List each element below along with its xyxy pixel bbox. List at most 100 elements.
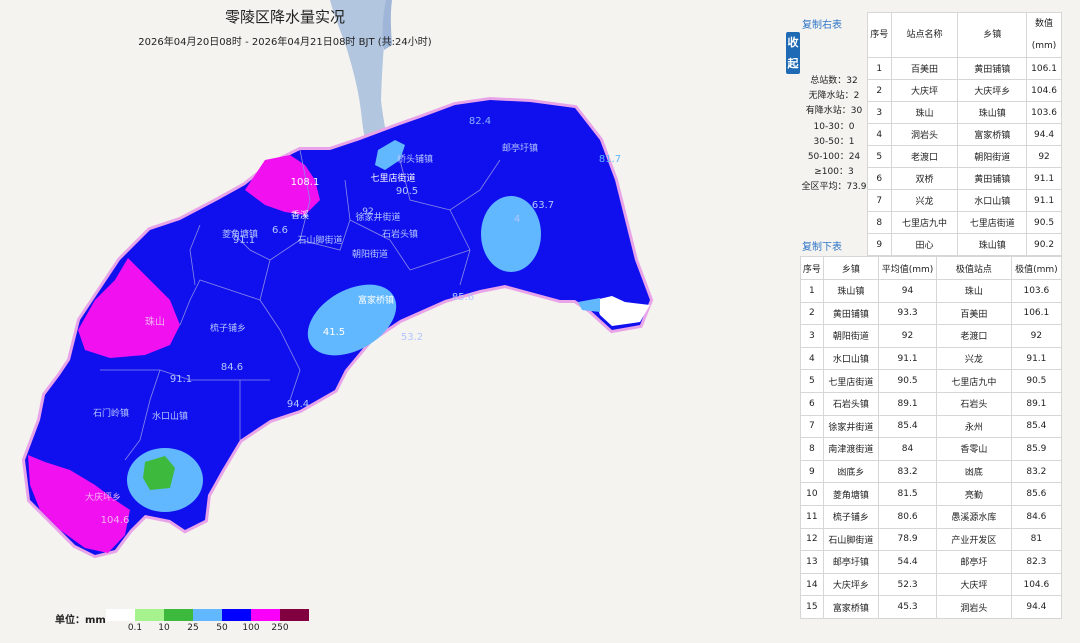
map-label: 富家桥镇 [358,294,394,306]
cell-no: 3 [867,101,892,124]
cell-town: 珠山镇 [957,233,1028,256]
cell-no: 1 [867,57,892,80]
cell-station: 亮勤 [935,482,1012,506]
cell-no: 5 [867,145,892,168]
table-row: 4 洞岩头 富家桥镇 94.4 [867,123,1062,146]
map-label: 桥头铺镇 [397,153,433,165]
cell-town: 石山脚街道 [822,527,880,552]
map-label: 4 [514,214,520,225]
map-label: 石山脚街道 [297,234,342,246]
cell-station: 兴龙 [935,346,1012,371]
cell-town: 珠山镇 [822,279,880,303]
town-table: 序号 乡镇 平均值(mm) 极值站点 极值(mm) 1 珠山镇 94 珠山 103.6 2… [800,256,1063,619]
table-row: 13 邮亭圩镇 54.4 邮亭圩 82.3 [800,550,1063,574]
cell-no: 8 [867,211,892,234]
cell-station: 大庆坪 [890,79,959,102]
cell-value: 103.6 [1026,101,1062,124]
cell-station: 洞岩头 [935,595,1012,619]
col-station: 站点名称 [890,12,959,58]
col-station: 极值站点 [935,256,1012,280]
cell-town: 石岩头镇 [822,391,880,416]
stat-average: 全区平均：73.9 [801,182,867,193]
stat-50-100: 50-100：24 [807,152,861,163]
cell-town: 水口山镇 [957,189,1028,212]
cell-value: 104.6 [1026,79,1062,102]
map-label: 6.6 [272,225,288,236]
cell-town: 黄田铺镇 [822,301,880,326]
cell-value: 106.1 [1026,57,1062,80]
collapse-button-line1: 收 [787,36,799,49]
map-label: 104.6 [101,515,130,526]
map-label: 63.7 [532,200,554,211]
table-row: 10 菱角塘镇 81.5 亮勤 85.6 [800,482,1063,506]
map-label: 七里店街道 [370,172,415,184]
map-label: 香溪 [291,209,309,221]
legend-tick: 250 [271,623,289,633]
cell-station: 石岩头 [935,391,1012,416]
cell-town: 大庆坪乡 [822,572,880,597]
legend-unit: 单位：mm [55,615,106,626]
table-row: 11 梳子铺乡 80.6 愚溪源水库 84.6 [800,504,1063,529]
cell-avg: 90.5 [878,369,937,393]
cell-station: 凼底 [935,459,1012,484]
cell-station: 珠山 [935,279,1012,303]
cell-no: 9 [800,459,824,484]
stat-10-30: 10-30：0 [813,121,855,132]
cell-station: 老渡口 [890,145,959,168]
table-row: 4 水口山镇 91.1 兴龙 91.1 [800,346,1063,371]
cell-no: 9 [867,233,892,256]
station-stats: 总站数：32 无降水站：2 有降水站：30 10-30：0 30-50：1 50… [800,74,868,196]
legend-swatch [135,609,164,621]
town-table-body: 1 珠山镇 94 珠山 103.6 2 黄田铺镇 93.3 百美田 106.1 3 朝阳街道 92 老渡口… [800,279,1063,619]
legend-color-bar [106,609,309,621]
map-label: 81.7 [599,154,621,165]
legend-tick: 0.1 [127,623,143,633]
stat-100: ≥100：3 [814,167,854,178]
cell-town: 黄田铺镇 [957,57,1028,80]
cell-avg: 54.4 [878,550,937,574]
collapse-button[interactable]: 收 起 [786,32,800,74]
cell-no: 11 [800,504,824,529]
map-label: 石岩头镇 [382,228,418,240]
cell-max: 90.5 [1010,369,1063,393]
cell-no: 13 [800,550,824,574]
station-table-body: 1 百美田 黄田铺镇 106.1 2 大庆坪 大庆坪乡 104.6 3 珠山 珠山镇 103.6 4 洞岩… [867,57,1062,256]
cell-town: 邮亭圩镇 [822,550,880,574]
col-avg: 平均值(mm) [878,256,937,280]
col-town: 乡镇 [957,12,1028,58]
cell-max: 83.2 [1010,459,1063,484]
copy-right-table-link[interactable]: 复制右表 [802,16,842,31]
cell-no: 7 [867,189,892,212]
cell-no: 7 [800,414,824,439]
cell-station: 珠山 [890,101,959,124]
cell-max: 104.6 [1010,572,1063,597]
map-label: 徐家井街道 [355,211,400,223]
map-label: 82.4 [469,116,491,127]
map-label: 94.4 [287,399,309,410]
map-label: 菱角塘镇 [222,228,258,240]
cell-max: 82.3 [1010,550,1063,574]
legend-tick: 10 [158,623,170,633]
table-row: 7 徐家井街道 85.4 永州 85.4 [800,414,1063,439]
rainfall-map[interactable]: 82.4桥头铺镇七里店街道90.5邮亭圩镇92徐家井街道石山脚街道81.763.… [0,0,790,643]
cell-max: 92 [1010,324,1063,348]
cell-station: 香零山 [935,437,1012,461]
table-row: 3 珠山 珠山镇 103.6 [867,101,1062,124]
cell-station: 愚溪源水库 [935,504,1012,529]
cell-no: 1 [800,279,824,303]
cell-town: 富家桥镇 [822,595,880,619]
cell-no: 4 [800,346,824,371]
cell-max: 84.6 [1010,504,1063,529]
cell-town: 水口山镇 [822,346,880,371]
table-row: 12 石山脚街道 78.9 产业开发区 81 [800,527,1063,552]
table-row: 8 南津渡街道 84 香零山 85.9 [800,437,1063,461]
map-label: 邮亭圩镇 [502,142,538,154]
table-row: 1 百美田 黄田铺镇 106.1 [867,57,1062,80]
map-label: 84.6 [221,362,243,373]
cell-value: 91.1 [1026,167,1062,190]
cell-town: 朝阳街道 [822,324,880,348]
cell-station: 产业开发区 [935,527,1012,552]
copy-bottom-table-link[interactable]: 复制下表 [802,238,842,253]
table-row: 9 田心 珠山镇 90.2 [867,233,1062,256]
table-row: 5 七里店街道 90.5 七里店九中 90.5 [800,369,1063,393]
